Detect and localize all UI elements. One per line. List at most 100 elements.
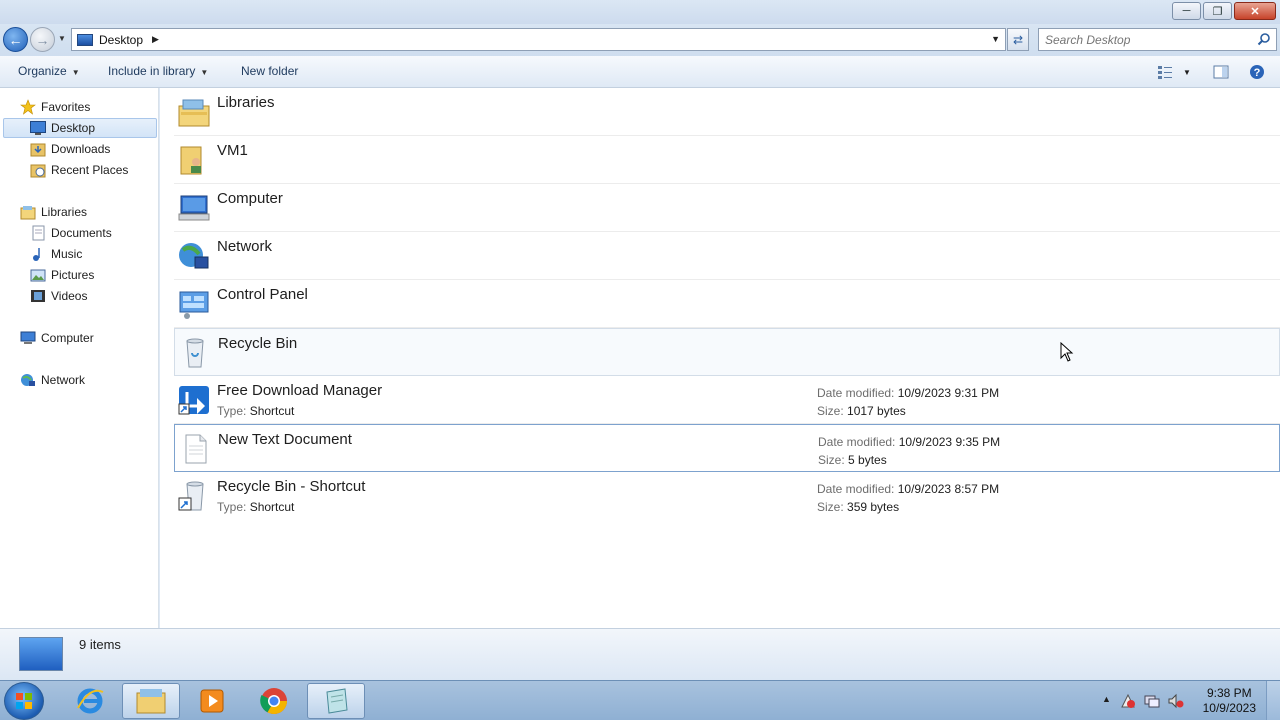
- date-value: 10/9/2023 9:35 PM: [898, 435, 1001, 449]
- forward-button[interactable]: →: [30, 27, 55, 52]
- file-tile-control-panel[interactable]: Control Panel: [174, 280, 1280, 328]
- internet-explorer-icon[interactable]: [61, 683, 119, 719]
- file-size: Size: 1017 bytes: [817, 404, 906, 418]
- show-desktop-button[interactable]: [1266, 681, 1280, 720]
- file-type-label: Type:: [217, 500, 247, 514]
- network-icon: [179, 243, 209, 269]
- mouse-cursor-icon: [1060, 342, 1074, 362]
- system-clock[interactable]: 9:38 PM 10/9/2023: [1203, 686, 1256, 716]
- date-value: 10/9/2023 8:57 PM: [897, 482, 1000, 496]
- libraries-icon: [178, 99, 210, 127]
- notepad-icon[interactable]: [307, 683, 365, 719]
- computer-icon: [178, 195, 210, 221]
- nav-item-pictures[interactable]: Pictures: [30, 265, 94, 285]
- control-panel-icon: [179, 291, 209, 319]
- windows-explorer-icon[interactable]: [122, 683, 180, 719]
- refresh-button[interactable]: ⇄: [1007, 28, 1029, 51]
- breadcrumb-arrow-icon[interactable]: ▶: [152, 34, 159, 45]
- file-type-value: Shortcut: [249, 500, 295, 514]
- file-name: Libraries: [217, 94, 275, 111]
- nav-item-label: Pictures: [51, 268, 95, 282]
- file-tile-recycle-bin[interactable]: Recycle Bin: [174, 328, 1280, 376]
- organize-label: Organize: [18, 64, 67, 78]
- preview-pane-icon[interactable]: [1213, 64, 1229, 80]
- text-document-icon: [185, 434, 207, 464]
- size-label: Size:: [817, 404, 844, 418]
- file-tile-recycle-bin-shortcut[interactable]: Recycle Bin - Shortcut Type: Shortcut Da…: [174, 472, 1280, 520]
- action-center-icon[interactable]: [1120, 693, 1136, 709]
- size-label: Size:: [817, 500, 844, 514]
- address-bar[interactable]: Desktop ▶ ▼: [71, 28, 1006, 51]
- file-type-label: Type:: [217, 404, 247, 418]
- nav-item-label: Documents: [51, 226, 112, 240]
- file-tile-network[interactable]: Network: [174, 232, 1280, 280]
- start-orb-icon[interactable]: [4, 682, 44, 720]
- back-button[interactable]: ←: [3, 27, 28, 52]
- new-folder-button[interactable]: New folder: [241, 64, 298, 78]
- nav-item-recent-places[interactable]: Recent Places: [30, 160, 128, 180]
- view-dropdown-icon[interactable]: ▼: [1183, 68, 1191, 77]
- chrome-icon[interactable]: [245, 683, 303, 719]
- file-name: Free Download Manager: [217, 382, 383, 399]
- file-name: Computer: [217, 190, 283, 207]
- address-dropdown-icon[interactable]: ▼: [991, 34, 1000, 44]
- recent-pages-dropdown[interactable]: ▼: [58, 34, 66, 43]
- file-tile-new-text-document[interactable]: New Text Document Date modified: 10/9/20…: [174, 424, 1280, 472]
- chevron-down-icon: ▼: [200, 68, 209, 77]
- size-label: Size:: [818, 453, 845, 467]
- nav-libraries-label: Libraries: [41, 205, 88, 219]
- file-tile-libraries[interactable]: Libraries: [174, 88, 1280, 136]
- help-icon[interactable]: ?: [1249, 64, 1265, 80]
- file-size: Size: 359 bytes: [817, 500, 899, 514]
- command-bar: Organize ▼ Include in library ▼ New folder…: [0, 56, 1280, 88]
- minimize-button[interactable]: ─: [1172, 2, 1201, 20]
- desktop-icon: [77, 33, 93, 46]
- media-player-icon[interactable]: [183, 683, 241, 719]
- volume-muted-icon[interactable]: [1168, 693, 1184, 709]
- search-input[interactable]: [1045, 32, 1245, 47]
- file-name: Recycle Bin - Shortcut: [217, 478, 366, 495]
- status-bar: 9 items: [0, 628, 1280, 680]
- network-status-icon[interactable]: [1144, 693, 1160, 709]
- nav-network[interactable]: Network: [20, 370, 85, 390]
- organize-menu[interactable]: Organize ▼: [18, 64, 80, 78]
- nav-favorites[interactable]: Favorites: [20, 97, 90, 117]
- file-date: Date modified: 10/9/2023 8:57 PM: [817, 482, 999, 496]
- breadcrumb-desktop[interactable]: Desktop: [99, 33, 143, 47]
- nav-item-desktop[interactable]: Desktop: [3, 118, 157, 138]
- file-tile-free-download-manager[interactable]: Free Download Manager Type: Shortcut Dat…: [174, 376, 1280, 424]
- nav-libraries[interactable]: Libraries: [20, 202, 87, 222]
- nav-computer[interactable]: Computer: [20, 328, 94, 348]
- nav-item-downloads[interactable]: Downloads: [30, 139, 110, 159]
- nav-item-music[interactable]: Music: [30, 244, 82, 264]
- item-count: 9 items: [79, 637, 121, 652]
- include-in-library-menu[interactable]: Include in library ▼: [108, 64, 208, 78]
- network-icon: [20, 372, 36, 388]
- date-label: Date modified:: [817, 482, 895, 496]
- navigation-pane: Favorites Desktop Downloads Recent Place…: [0, 88, 159, 628]
- title-bar: ─ ❐ ✕: [0, 0, 1280, 24]
- search-icon[interactable]: [1257, 32, 1271, 46]
- file-tile-vm1[interactable]: VM1: [174, 136, 1280, 184]
- date-value: 10/9/2023 9:31 PM: [897, 386, 1000, 400]
- nav-item-videos[interactable]: Videos: [30, 286, 87, 306]
- desktop-icon: [30, 120, 46, 136]
- file-name: New Text Document: [218, 431, 352, 448]
- file-tile-computer[interactable]: Computer: [174, 184, 1280, 232]
- libraries-icon: [20, 204, 36, 220]
- size-value: 1017 bytes: [847, 404, 906, 418]
- file-type: Type: Shortcut: [217, 500, 294, 514]
- search-box[interactable]: [1038, 28, 1277, 51]
- file-name: VM1: [217, 142, 248, 159]
- size-value: 5 bytes: [848, 453, 887, 467]
- view-options-icon[interactable]: [1157, 64, 1173, 80]
- maximize-button[interactable]: ❐: [1203, 2, 1232, 20]
- file-name: Control Panel: [217, 286, 308, 303]
- close-button[interactable]: ✕: [1234, 2, 1276, 20]
- file-date: Date modified: 10/9/2023 9:31 PM: [817, 386, 999, 400]
- nav-item-documents[interactable]: Documents: [30, 223, 112, 243]
- nav-item-label: Videos: [51, 289, 88, 303]
- date-label: Date modified:: [817, 386, 895, 400]
- show-hidden-icons-icon[interactable]: ▲: [1102, 694, 1118, 710]
- nav-item-label: Recent Places: [51, 163, 129, 177]
